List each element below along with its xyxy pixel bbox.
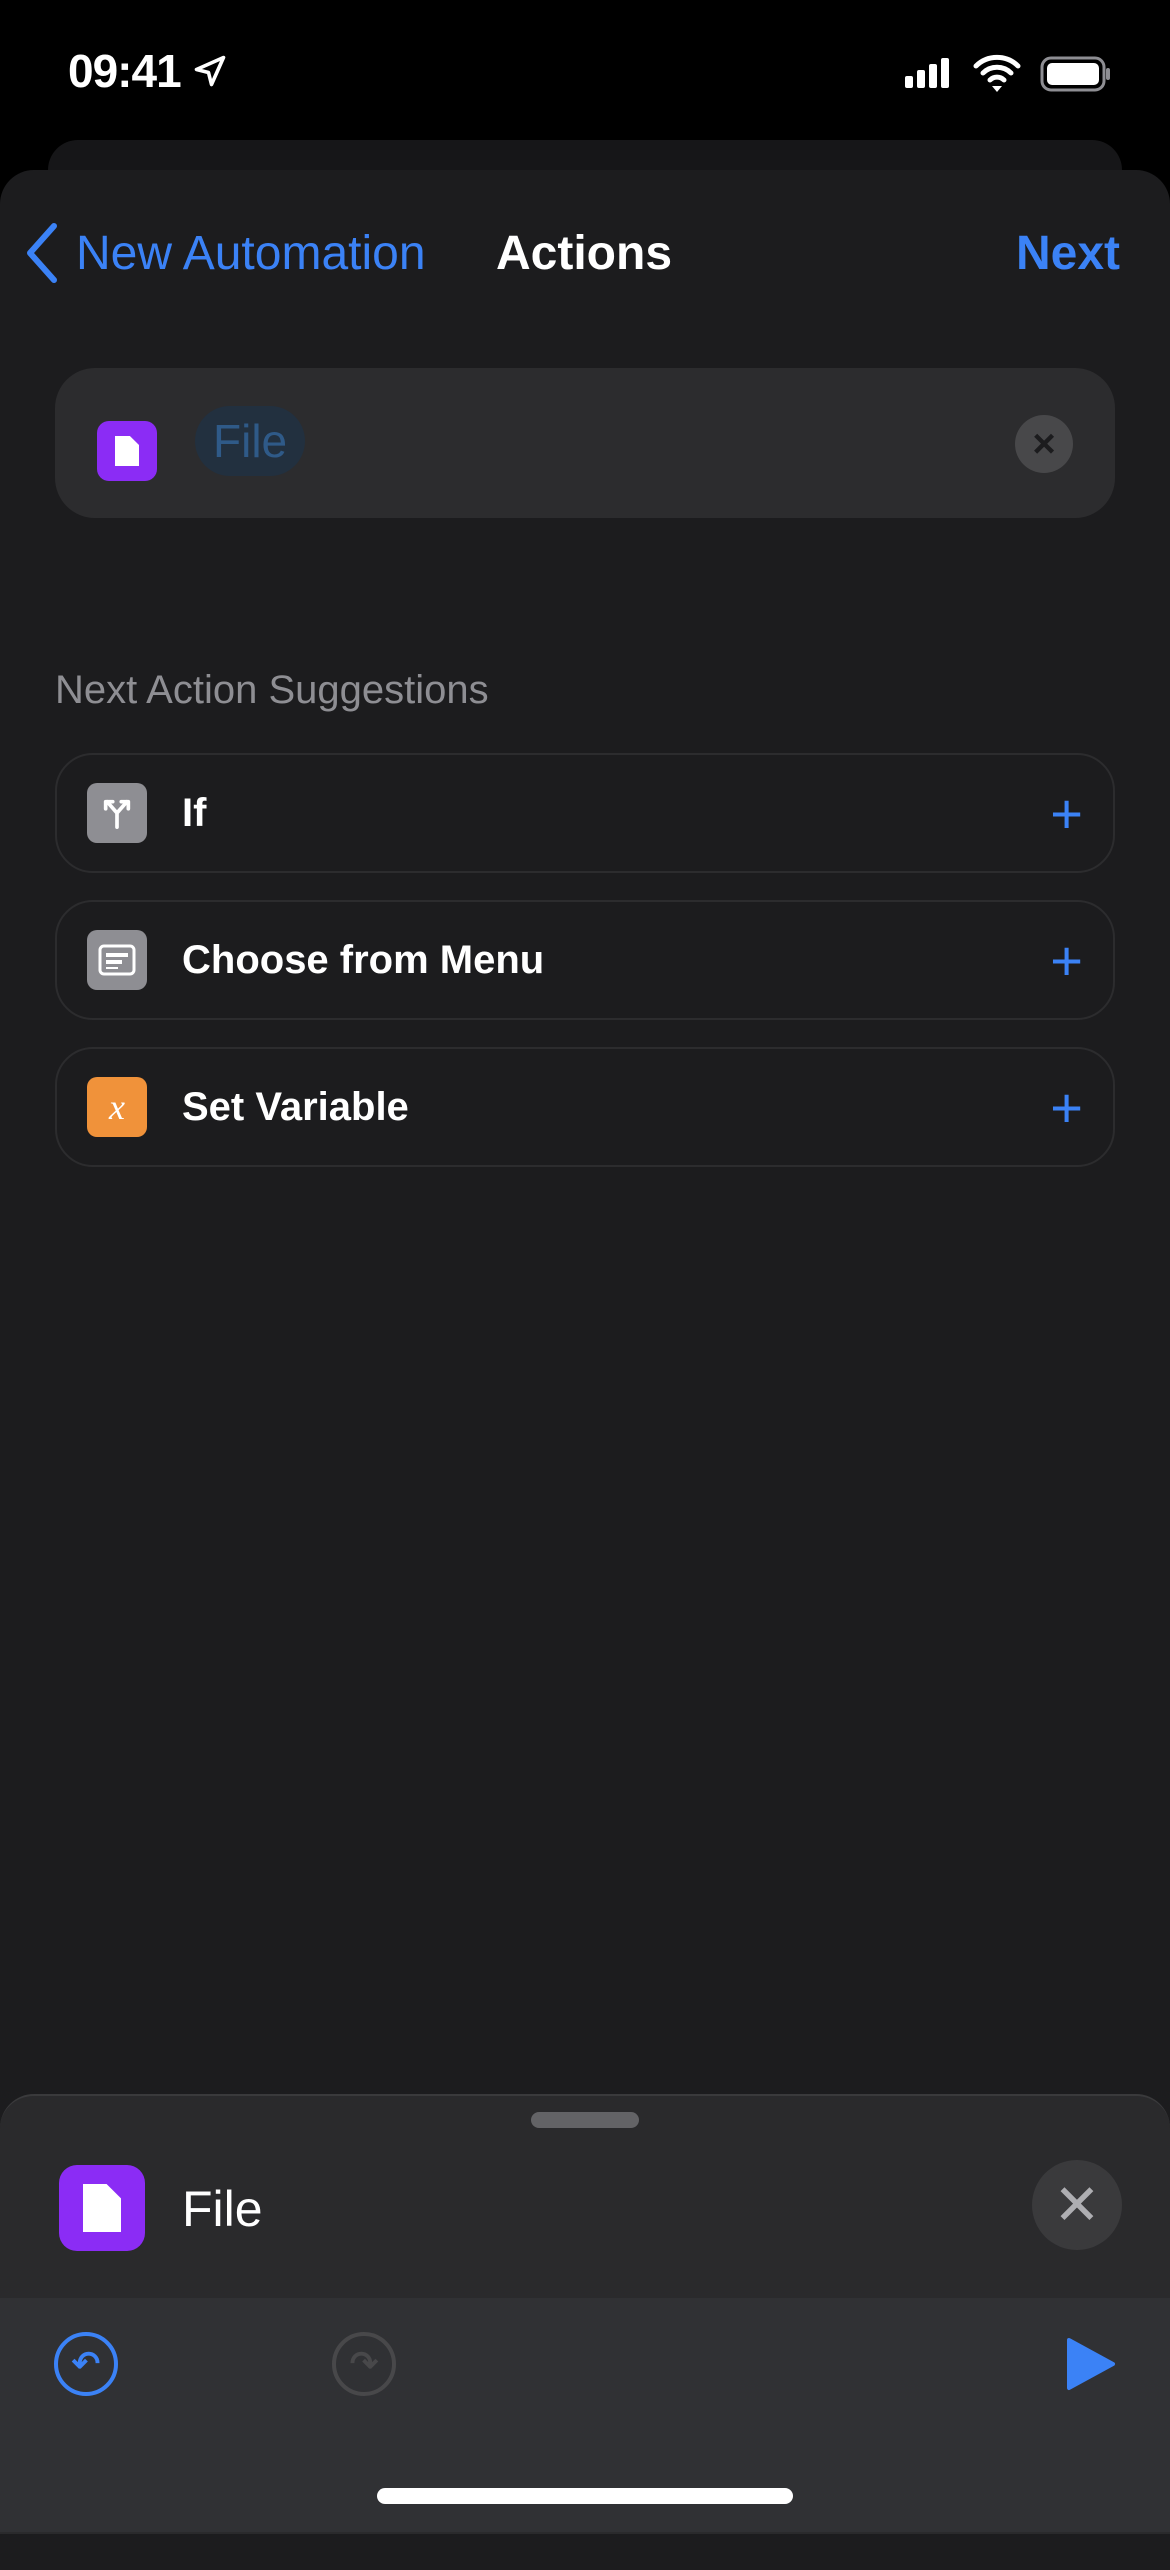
- back-button[interactable]: New Automation: [22, 222, 426, 284]
- chevron-left-icon: [27, 223, 57, 283]
- wifi-icon: [972, 52, 1022, 99]
- plus-icon[interactable]: +: [1050, 781, 1083, 846]
- location-arrow-icon: [195, 55, 226, 87]
- back-label: New Automation: [76, 226, 426, 280]
- suggestion-row-choose-from-menu[interactable]: Choose from Menu +: [55, 900, 1115, 1020]
- next-button[interactable]: Next: [1016, 226, 1120, 281]
- cellular-signal-icon: [905, 56, 961, 97]
- run-button[interactable]: [1065, 2336, 1117, 2397]
- undo-icon: ↶: [71, 2345, 101, 2383]
- variable-icon: x: [87, 1077, 147, 1137]
- play-icon: [1067, 2338, 1115, 2390]
- suggestion-row-set-variable[interactable]: x Set Variable +: [55, 1047, 1115, 1167]
- suggestion-label: Set Variable: [182, 1084, 409, 1129]
- clear-search-button[interactable]: ×: [1015, 415, 1073, 473]
- sheet-title: File: [182, 2181, 263, 2237]
- undo-button[interactable]: ↶: [54, 2332, 118, 2396]
- menu-icon: [87, 930, 147, 990]
- search-token-file[interactable]: File: [195, 406, 306, 476]
- close-sheet-button[interactable]: ✕: [1032, 2160, 1122, 2250]
- page-title: Actions: [496, 227, 673, 280]
- battery-icon: [1040, 56, 1112, 97]
- suggestions-header: Next Action Suggestions: [55, 668, 489, 712]
- plus-icon[interactable]: +: [1050, 1075, 1083, 1140]
- redo-icon: ↷: [349, 2345, 379, 2383]
- sheet-drag-handle[interactable]: [531, 2112, 639, 2128]
- suggestion-label: Choose from Menu: [182, 937, 545, 982]
- suggestion-label: If: [182, 790, 207, 835]
- time-text: 09:41: [68, 45, 182, 97]
- redo-button[interactable]: ↷: [332, 2332, 396, 2396]
- suggestion-row-if[interactable]: If +: [55, 753, 1115, 873]
- branch-icon: [87, 783, 147, 843]
- document-icon: [97, 421, 157, 481]
- plus-icon[interactable]: +: [1050, 928, 1083, 993]
- close-icon: ×: [1032, 421, 1056, 466]
- home-indicator[interactable]: [377, 2488, 793, 2504]
- status-time: 09:41: [68, 44, 228, 98]
- close-icon: ✕: [1053, 2173, 1101, 2236]
- document-icon: [59, 2165, 145, 2251]
